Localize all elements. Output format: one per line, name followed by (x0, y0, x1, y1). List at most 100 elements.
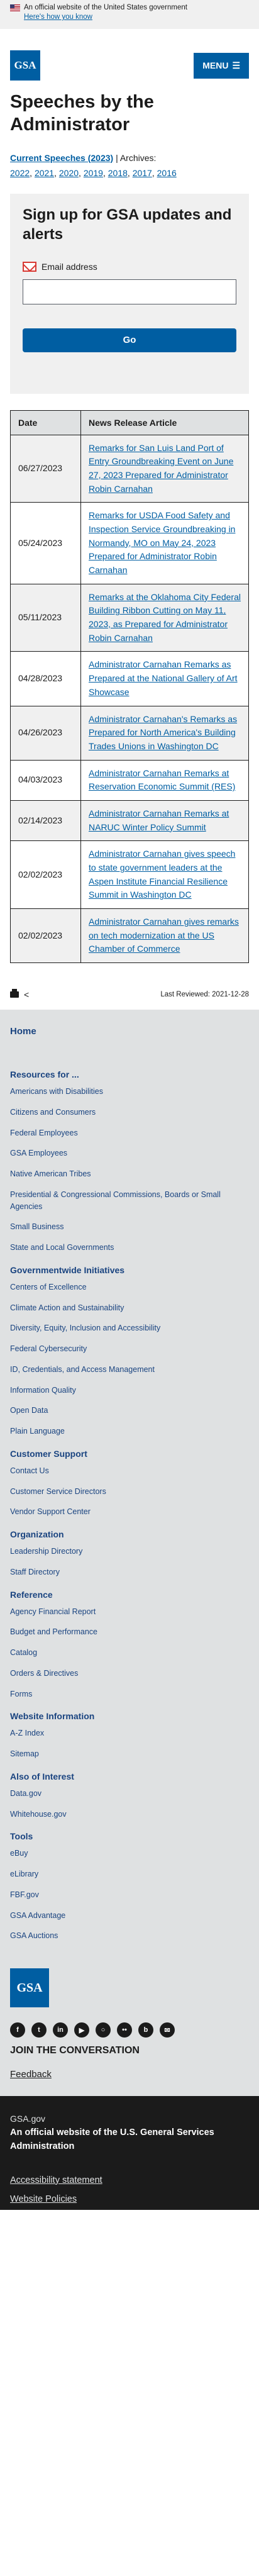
print-icon[interactable] (10, 989, 19, 998)
blog-icon[interactable]: b (138, 2022, 153, 2038)
article-cell: Administrator Carnahan gives speech to s… (80, 840, 249, 910)
footer-link[interactable]: Diversity, Equity, Inclusion and Accessi… (10, 1322, 249, 1334)
archive-year-link[interactable]: 2016 (157, 168, 177, 178)
footer-home-link[interactable]: Home (10, 1022, 249, 1069)
website-policies-link[interactable]: Website Policies (10, 2194, 249, 2204)
footer-link[interactable]: Small Business (10, 1221, 249, 1233)
article-link[interactable]: Remarks for USDA Food Safety and Inspect… (89, 510, 235, 575)
footer-link[interactable]: Native American Tribes (10, 1168, 249, 1180)
footer-link[interactable]: Americans with Disabilities (10, 1086, 249, 1098)
footer-link[interactable]: Agency Financial Report (10, 1606, 249, 1618)
footer-link[interactable]: Forms (10, 1688, 249, 1700)
date-cell: 06/27/2023 (10, 434, 81, 503)
footer-section-website-information: Website Information A-Z Index Sitemap (10, 1711, 249, 1760)
date-cell: 02/14/2023 (10, 800, 81, 842)
footer-link[interactable]: Sitemap (10, 1748, 249, 1760)
gsa-logo[interactable]: GSA (10, 50, 40, 81)
banner-text: An official website of the United States… (24, 4, 187, 11)
footer-link[interactable]: FBF.gov (10, 1889, 249, 1901)
footer-section-customer-support: Customer Support Contact Us Customer Ser… (10, 1449, 249, 1518)
email-label: Email address (41, 261, 97, 272)
footer-link[interactable]: ID, Credentials, and Access Management (10, 1364, 249, 1376)
footer-section-title: Tools (10, 1831, 33, 1842)
footer-link[interactable]: Open Data (10, 1405, 249, 1417)
footer-section-initiatives: Governmentwide Initiatives Centers of Ex… (10, 1265, 249, 1437)
twitter-icon[interactable]: t (31, 2022, 47, 2038)
archive-year-link[interactable]: 2017 (133, 168, 152, 178)
footer-section-title: Customer Support (10, 1448, 87, 1459)
instagram-icon[interactable]: ○ (96, 2022, 111, 2038)
article-link[interactable]: Remarks for San Luis Land Port of Entry … (89, 443, 233, 494)
footer-link[interactable]: Vendor Support Center (10, 1506, 249, 1518)
footer-link[interactable]: Federal Cybersecurity (10, 1343, 249, 1355)
footer-link[interactable]: Whitehouse.gov (10, 1809, 249, 1820)
date-cell: 04/28/2023 (10, 651, 81, 706)
share-icon[interactable]: < (24, 990, 29, 1000)
footer-link[interactable]: Leadership Directory (10, 1546, 249, 1558)
linkedin-icon[interactable]: in (53, 2022, 68, 2038)
social-icons: f t in ▶ ○ •• b ✉ (10, 2022, 249, 2038)
footer-link[interactable]: Information Quality (10, 1385, 249, 1397)
social-section: GSA f t in ▶ ○ •• b ✉ JOIN THE CONVERSAT… (0, 1968, 259, 2097)
menu-button[interactable]: MENU ☰ (194, 52, 249, 79)
footer-link[interactable]: Catalog (10, 1647, 249, 1659)
footer-link[interactable]: A-Z Index (10, 1727, 249, 1739)
footer-link[interactable]: Orders & Directives (10, 1668, 249, 1680)
archive-year-link[interactable]: 2018 (108, 168, 128, 178)
footer-gsa-logo[interactable]: GSA (10, 1968, 49, 2008)
article-link[interactable]: Administrator Carnahan gives speech to s… (89, 849, 235, 900)
date-cell: 04/03/2023 (10, 759, 81, 801)
accessibility-statement-link[interactable]: Accessibility statement (10, 2175, 249, 2185)
article-link[interactable]: Administrator Carnahan's Remarks as Prep… (89, 714, 237, 751)
footer-link[interactable]: eBuy (10, 1848, 249, 1860)
identifier-domain: GSA.gov (10, 2114, 46, 2124)
identifier-official-text: An official website of the U.S. General … (10, 2127, 214, 2151)
archive-year-link[interactable]: 2022 (10, 168, 30, 178)
footer-link[interactable]: Citizens and Consumers (10, 1107, 249, 1118)
footer-link[interactable]: Data.gov (10, 1788, 249, 1800)
email-field[interactable] (23, 279, 236, 304)
footer-section-organization: Organization Leadership Directory Staff … (10, 1529, 249, 1578)
footer-section-title: Reference (10, 1589, 53, 1600)
table-row: 04/28/2023 Administrator Carnahan Remark… (10, 651, 249, 706)
article-link[interactable]: Administrator Carnahan Remarks at Reserv… (89, 768, 235, 792)
article-link[interactable]: Administrator Carnahan gives remarks on … (89, 917, 239, 954)
email-label-row: Email address (23, 261, 236, 272)
heres-how-you-know-link[interactable]: Here's how you know (24, 13, 249, 21)
table-row: 02/02/2023 Administrator Carnahan gives … (10, 840, 249, 910)
footer-link[interactable]: Climate Action and Sustainability (10, 1302, 249, 1314)
footer-link[interactable]: Centers of Excellence (10, 1281, 249, 1293)
footer-section-title: Resources for ... (10, 1069, 79, 1080)
us-flag-icon (10, 4, 20, 11)
archive-year-link[interactable]: 2021 (35, 168, 54, 178)
footer-link[interactable]: State and Local Governments (10, 1242, 249, 1254)
footer-link[interactable]: GSA Employees (10, 1147, 249, 1159)
footer-link[interactable]: eLibrary (10, 1868, 249, 1880)
footer-link[interactable]: Plain Language (10, 1425, 249, 1437)
youtube-icon[interactable]: ▶ (74, 2022, 89, 2038)
archive-year-link[interactable]: 2020 (59, 168, 79, 178)
email-icon[interactable]: ✉ (160, 2022, 175, 2038)
footer-link[interactable]: Federal Employees (10, 1127, 249, 1139)
footer-link[interactable]: Budget and Performance (10, 1626, 249, 1638)
join-the-conversation: JOIN THE CONVERSATION (10, 2045, 140, 2056)
footer-link[interactable]: GSA Advantage (10, 1910, 249, 1922)
archive-year-link[interactable]: 2019 (84, 168, 103, 178)
footer-link[interactable]: Contact Us (10, 1465, 249, 1477)
table-header-row: Date News Release Article (10, 410, 249, 435)
go-button[interactable]: Go (23, 328, 236, 352)
article-link[interactable]: Administrator Carnahan Remarks as Prepar… (89, 659, 238, 696)
current-speeches-link[interactable]: Current Speeches (2023) (10, 153, 113, 163)
footer-link[interactable]: Presidential & Congressional Commissions… (10, 1189, 249, 1213)
footer-link[interactable]: Staff Directory (10, 1566, 249, 1578)
feedback-link[interactable]: Feedback (10, 2069, 52, 2080)
facebook-icon[interactable]: f (10, 2022, 25, 2038)
article-link[interactable]: Remarks at the Oklahoma City Federal Bui… (89, 592, 241, 643)
footer-section-also-of-interest: Also of Interest Data.gov Whitehouse.gov (10, 1771, 249, 1820)
article-link[interactable]: Administrator Carnahan Remarks at NARUC … (89, 808, 229, 832)
flickr-icon[interactable]: •• (117, 2022, 132, 2038)
footer-link[interactable]: GSA Auctions (10, 1930, 249, 1942)
table-row: 05/24/2023 Remarks for USDA Food Safety … (10, 502, 249, 584)
last-reviewed: Last Reviewed: 2021-12-28 (160, 991, 249, 999)
footer-link[interactable]: Customer Service Directors (10, 1486, 249, 1498)
